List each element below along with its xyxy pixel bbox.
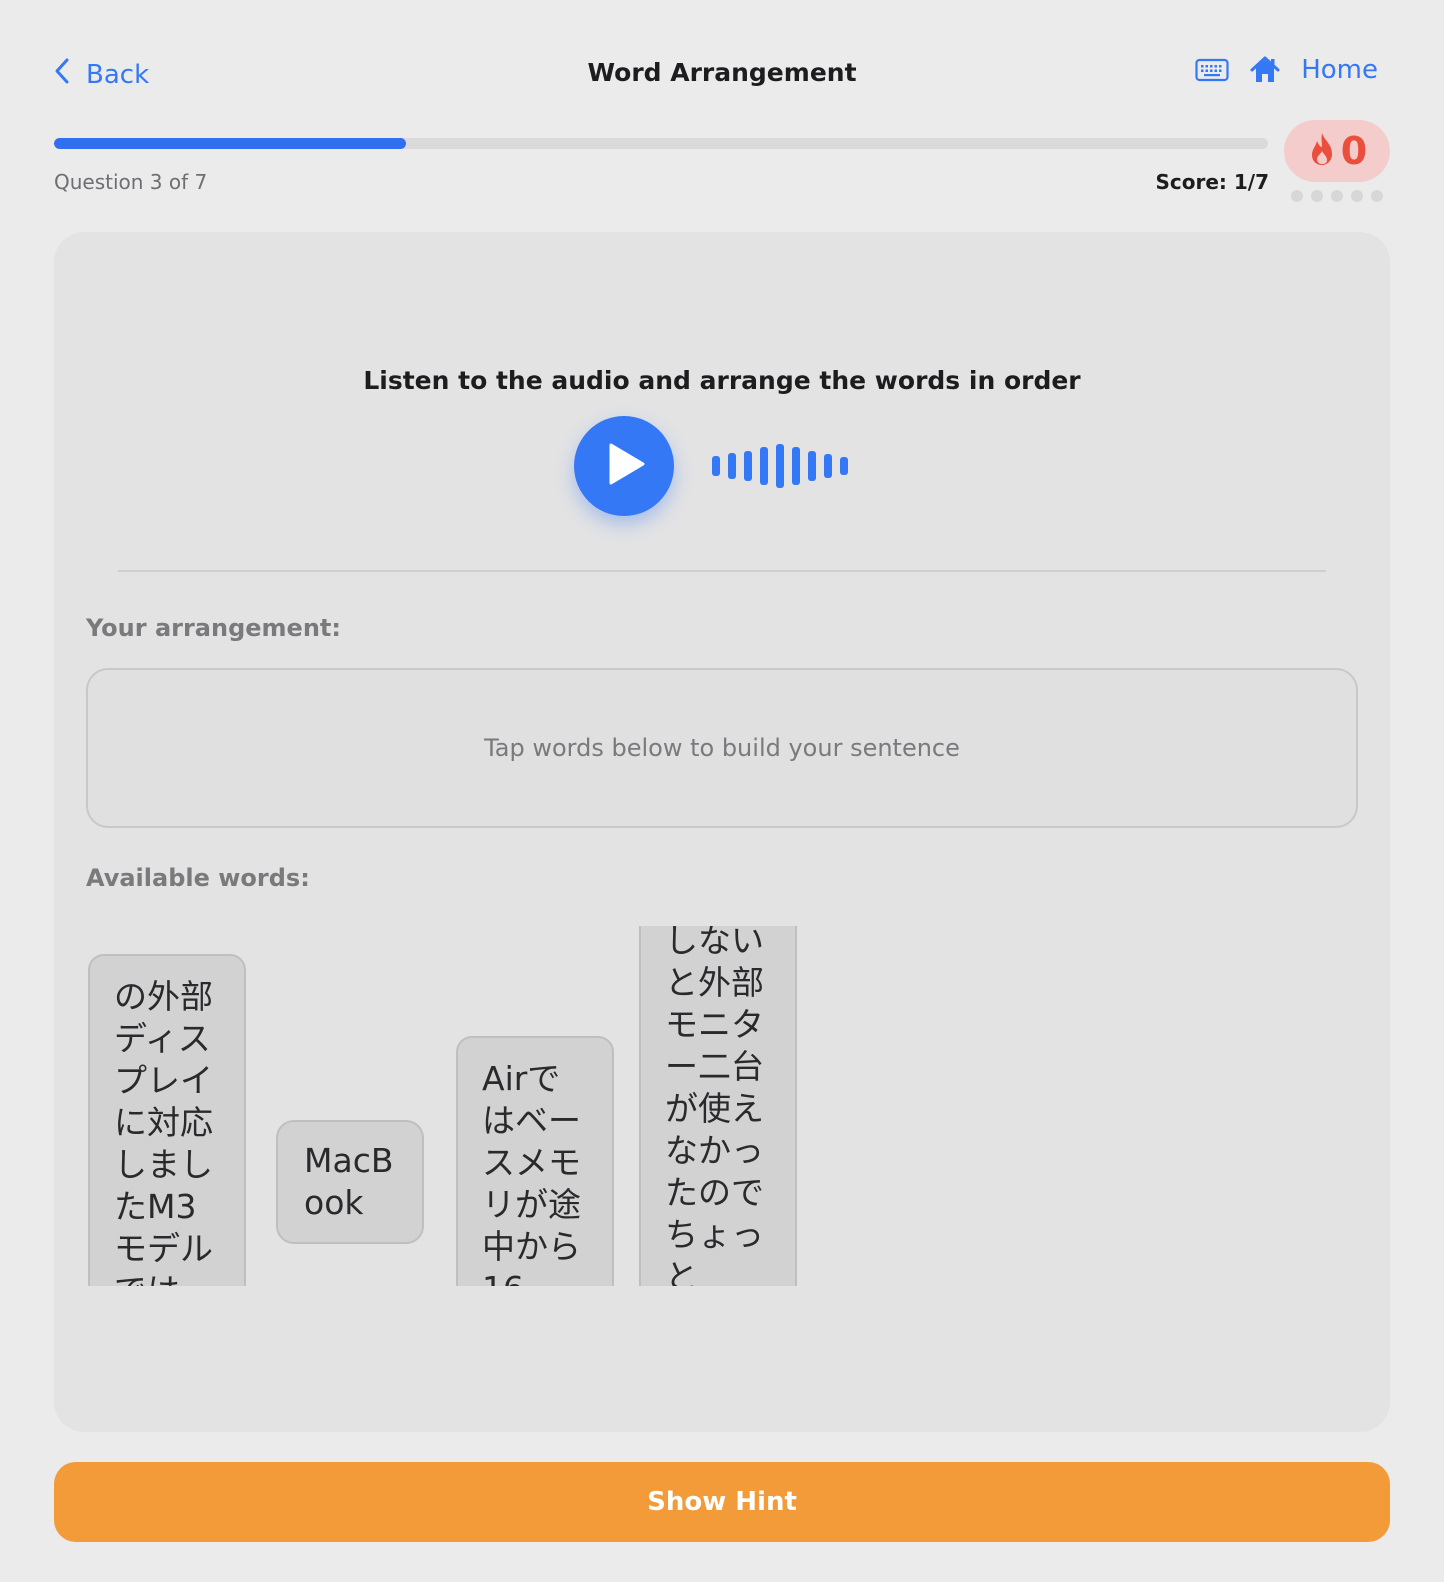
progress-bar: [54, 138, 1268, 149]
header: Back Word Arrangement Home: [0, 48, 1444, 104]
question-counter: Question 3 of 7: [54, 170, 208, 194]
streak-dot: [1311, 190, 1323, 202]
flame-icon: [1307, 131, 1337, 171]
waveform-bar: [728, 453, 736, 479]
progress-fill: [54, 138, 407, 149]
score-label: Score: 1/7: [1155, 170, 1269, 194]
instruction-text: Listen to the audio and arrange the word…: [363, 366, 1081, 395]
waveform-bar: [792, 447, 800, 485]
waveform-bar: [712, 456, 720, 476]
waveform-bar: [744, 451, 752, 481]
home-icon[interactable]: [1249, 54, 1281, 86]
waveform-icon: [712, 444, 848, 488]
word-tile[interactable]: Airではベースメモリが途中から16: [456, 1036, 614, 1286]
keyboard-icon[interactable]: [1195, 57, 1229, 83]
show-hint-button[interactable]: Show Hint: [54, 1462, 1390, 1542]
streak-badge: 0: [1284, 120, 1390, 182]
arrangement-dropzone[interactable]: Tap words below to build your sentence: [86, 668, 1358, 828]
play-icon: [601, 442, 647, 490]
exercise-card: Listen to the audio and arrange the word…: [54, 232, 1390, 1432]
back-label: Back: [86, 59, 150, 90]
arrangement-label: Your arrangement:: [86, 614, 341, 642]
word-bank: の外部ディスプレイに対応しましたM3モデルでは MacBook Airではベース…: [86, 926, 1358, 1286]
word-tile[interactable]: の外部ディスプレイに対応しましたM3モデルでは: [88, 954, 246, 1286]
waveform-bar: [808, 451, 816, 481]
header-actions: Home: [1195, 54, 1378, 86]
arrangement-placeholder: Tap words below to build your sentence: [484, 734, 960, 762]
play-audio-button[interactable]: [574, 416, 674, 516]
streak-dot: [1291, 190, 1303, 202]
divider: [118, 570, 1326, 572]
streak-dot: [1331, 190, 1343, 202]
home-button[interactable]: Home: [1301, 55, 1378, 85]
waveform-bar: [824, 454, 832, 478]
back-chevron-icon: [52, 56, 72, 93]
streak-count: 0: [1340, 129, 1368, 173]
word-arrangement-screen: Back Word Arrangement Home Question 3 of…: [0, 0, 1444, 1582]
streak-dots: [1291, 190, 1383, 202]
available-words-label: Available words:: [86, 864, 310, 892]
word-tile[interactable]: MacBook: [276, 1120, 424, 1244]
waveform-bar: [776, 444, 784, 488]
word-tile[interactable]: しないと外部モニター二台が使えなかったのでちょっと: [639, 926, 797, 1286]
back-button[interactable]: Back: [52, 56, 149, 93]
waveform-bar: [840, 457, 848, 475]
waveform-bar: [760, 447, 768, 485]
streak-dot: [1351, 190, 1363, 202]
streak-dot: [1371, 190, 1383, 202]
